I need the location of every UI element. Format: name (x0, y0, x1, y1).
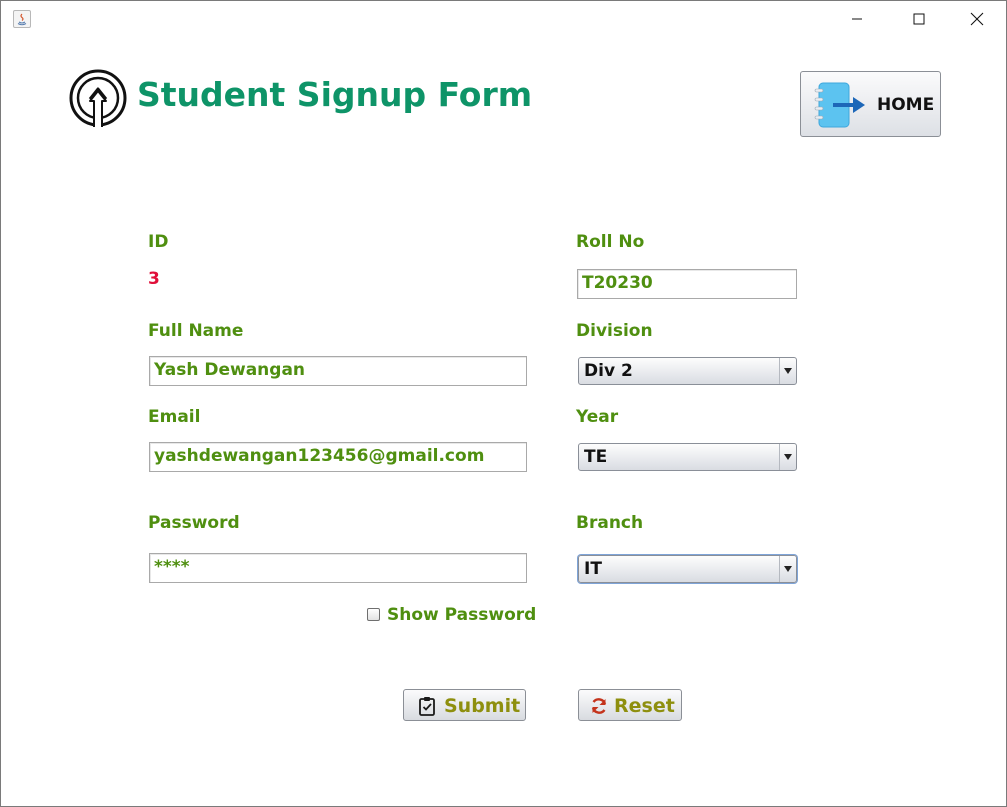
division-select[interactable]: Div 2 (578, 357, 797, 385)
email-label: Email (148, 407, 201, 427)
fullname-label: Full Name (148, 321, 244, 341)
id-label: ID (148, 232, 169, 252)
rollno-field[interactable]: T20230 (577, 269, 797, 299)
maximize-button[interactable] (896, 1, 942, 37)
clipboard-check-icon (419, 697, 435, 716)
rollno-label: Roll No (576, 232, 645, 252)
login-arrow-icon (814, 82, 865, 128)
close-button[interactable] (954, 1, 1000, 37)
close-icon (970, 12, 984, 26)
division-label: Division (576, 321, 653, 341)
reset-button[interactable]: Reset (578, 689, 682, 721)
password-label: Password (148, 513, 240, 533)
signup-window: Student Signup Form HOME ID 3 Full Name … (0, 0, 1007, 807)
branch-selected-value: IT (584, 559, 602, 579)
maximize-icon (913, 13, 925, 25)
password-field[interactable]: **** (149, 553, 527, 583)
title-bar (1, 1, 1006, 37)
reset-label: Reset (614, 695, 675, 717)
refresh-icon (591, 698, 607, 714)
submit-button[interactable]: Submit (403, 689, 526, 721)
show-password-checkbox[interactable] (367, 608, 380, 621)
year-select[interactable]: TE (578, 443, 797, 471)
branch-select[interactable]: IT (578, 555, 797, 583)
chevron-down-icon[interactable] (779, 556, 796, 582)
chevron-down-icon[interactable] (779, 358, 796, 384)
email-field[interactable]: yashdewangan123456@gmail.com (149, 442, 527, 472)
chevron-down-icon[interactable] (779, 444, 796, 470)
minimize-button[interactable] (834, 1, 880, 37)
year-selected-value: TE (584, 447, 608, 467)
page-title: Student Signup Form (137, 75, 533, 114)
home-button[interactable]: HOME (800, 71, 941, 137)
submit-label: Submit (444, 695, 521, 717)
division-selected-value: Div 2 (584, 361, 633, 381)
show-password-label[interactable]: Show Password (387, 605, 536, 625)
id-value: 3 (148, 269, 160, 289)
minimize-icon (852, 18, 862, 20)
java-app-icon (13, 10, 31, 28)
branch-label: Branch (576, 513, 644, 533)
year-label: Year (576, 407, 619, 427)
upload-circle-icon (69, 69, 127, 127)
home-button-label: HOME (877, 95, 935, 115)
fullname-field[interactable]: Yash Dewangan (149, 356, 527, 386)
